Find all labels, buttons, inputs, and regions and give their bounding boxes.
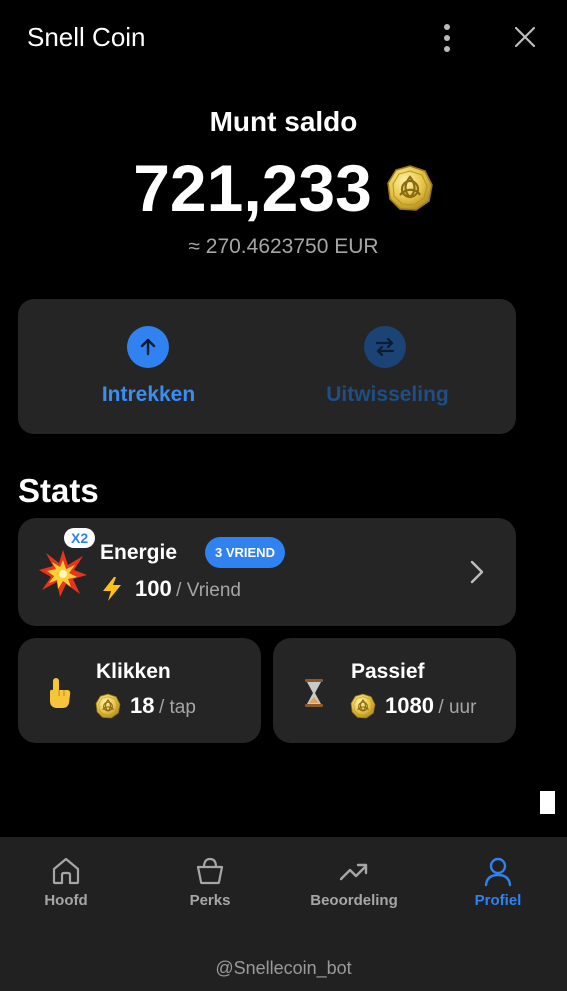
coin-icon — [386, 164, 434, 212]
friends-badge: 3 VRIEND — [205, 537, 285, 568]
lightning-icon — [103, 577, 121, 601]
close-icon[interactable] — [512, 24, 538, 50]
exchange-label: Uitwisseling — [326, 383, 449, 406]
chevron-right-icon — [470, 560, 484, 584]
exchange-button[interactable]: Uitwisseling — [267, 299, 516, 434]
passive-title: Passief — [351, 660, 425, 683]
actions-panel: Intrekken Uitwisseling — [18, 299, 516, 434]
clicks-card: Klikken 18 / tap — [18, 638, 261, 743]
pointing-hand-icon — [50, 678, 71, 708]
passive-unit: / uur — [438, 697, 477, 718]
balance-label: Munt saldo — [209, 106, 358, 137]
bot-handle: @Snellecoin_bot — [215, 958, 352, 978]
nav-label-profile: Profiel — [474, 892, 522, 909]
arrow-up-icon — [127, 326, 169, 368]
home-icon — [52, 857, 80, 885]
nav-item-perks[interactable]: Perks — [139, 855, 281, 915]
coin-icon — [95, 693, 121, 719]
bottom-nav: Hoofd Perks Beoordeling Profiel @Snellec… — [0, 837, 567, 991]
energy-card[interactable]: X2 Energie 3 VRIEND 100 / Vriend — [18, 518, 516, 626]
shopping-bag-icon — [196, 857, 224, 885]
scroll-indicator — [540, 791, 555, 814]
clicks-stat: 18 / tap — [130, 693, 196, 719]
nav-item-profile[interactable]: Profiel — [427, 855, 567, 915]
kebab-menu-icon[interactable] — [440, 24, 454, 52]
withdraw-button[interactable]: Intrekken — [18, 299, 267, 434]
stats-title: Stats — [18, 472, 99, 509]
trending-up-icon — [339, 863, 368, 881]
clicks-unit: / tap — [158, 697, 196, 718]
withdraw-label: Intrekken — [101, 383, 196, 406]
coin-icon — [350, 693, 376, 719]
nav-item-ranking[interactable]: Beoordeling — [283, 855, 425, 915]
hourglass-icon — [305, 679, 323, 707]
clicks-title: Klikken — [96, 660, 171, 683]
passive-card: Passief 1080 / uur — [273, 638, 516, 743]
swap-icon — [364, 326, 406, 368]
user-icon — [484, 857, 512, 887]
explosion-icon — [39, 550, 87, 597]
balance-value: 721,233 — [133, 151, 372, 225]
app-title: Snell Coin — [27, 22, 146, 52]
balance-fiat: ≈ 270.4623750 EUR — [188, 235, 379, 258]
energy-title: Energie — [100, 541, 178, 564]
nav-label-perks: Perks — [189, 892, 231, 909]
energy-value: 100 — [135, 576, 172, 601]
nav-label-home: Hoofd — [44, 892, 88, 909]
passive-stat: 1080 / uur — [385, 693, 476, 719]
nav-label-ranking: Beoordeling — [310, 892, 398, 909]
balance-row: 721,233 — [0, 150, 567, 226]
clicks-value: 18 — [130, 693, 155, 718]
nav-item-home[interactable]: Hoofd — [0, 855, 137, 915]
energy-stat: 100 / Vriend — [135, 576, 241, 602]
energy-unit: / Vriend — [176, 580, 241, 601]
multiplier-badge: X2 — [64, 528, 96, 548]
passive-value: 1080 — [385, 693, 434, 718]
